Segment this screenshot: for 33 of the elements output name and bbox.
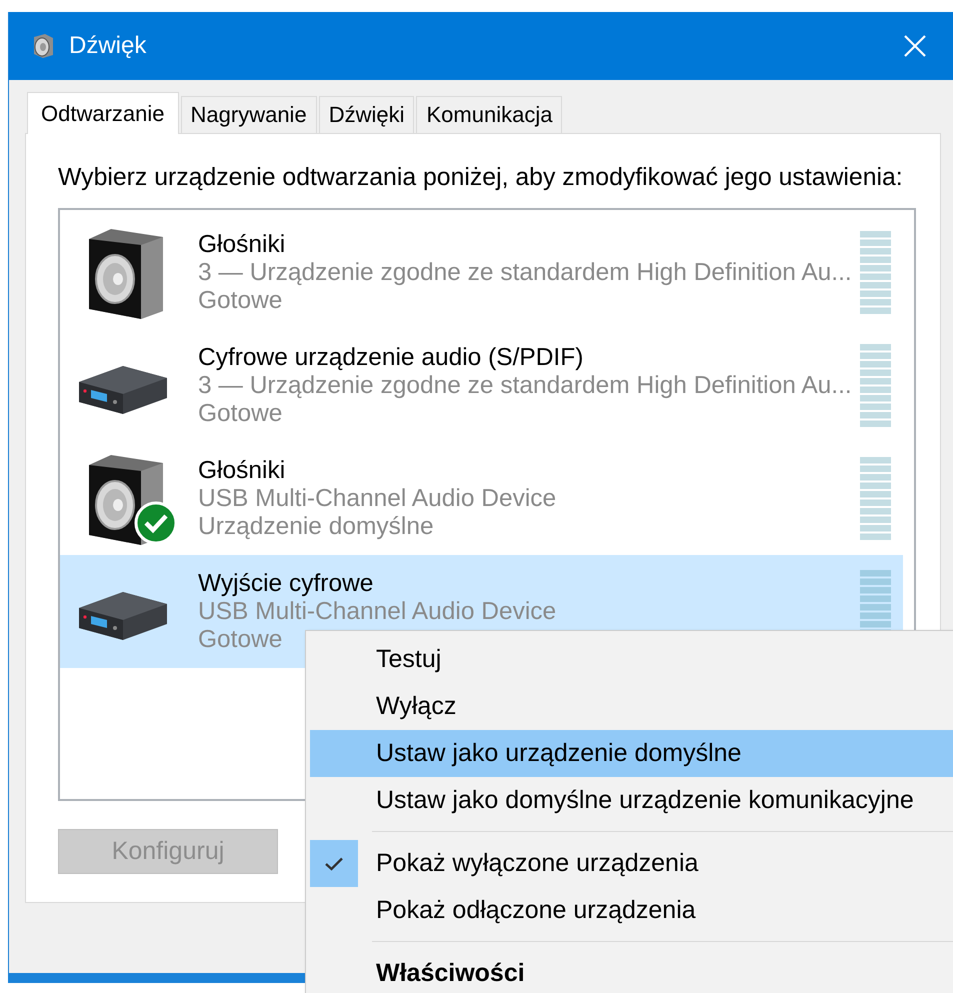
speaker-icon [31,33,55,59]
device-status: Gotowe [198,400,284,428]
instruction-text: Wybierz urządzenie odtwarzania poniżej, aby zmodyfikować jego ustawienia: [58,164,904,192]
device-status: Gotowe [198,286,284,314]
volume-meter-icon [860,344,891,427]
device-status: Urządzenie domyślne [198,512,435,540]
device-row[interactable]: Głośniki 3 — Urządzenie zgodne ze standardem High Definition Au... Gotowe [60,216,903,329]
device-row[interactable]: Głośniki USB Multi-Channel Audio Device Urządzenie domyślne [60,442,903,555]
menu-item[interactable]: Ustaw jako domyślne urządzenie komunikacyjne [310,777,953,824]
device-description: USB Multi-Channel Audio Device [198,598,558,626]
tab[interactable]: Nagrywanie [180,96,317,133]
menu-item-label: Właściwości [376,959,525,988]
device-description: 3 — Urządzenie zgodne ze standardem High Definition Au... [198,372,853,400]
tab[interactable]: Dźwięki [318,96,414,133]
tab[interactable]: Komunikacja [416,96,562,133]
volume-meter-icon [860,457,891,540]
menu-item[interactable]: Wyłącz [310,683,953,730]
menu-item[interactable]: Pokaż odłączone urządzenia [310,887,953,934]
menu-item[interactable]: Pokaż wyłączone urządzenia [310,840,953,887]
menu-item[interactable]: Ustaw jako urządzenie domyślne [310,730,953,777]
tab[interactable]: Odtwarzanie [27,92,179,134]
device-description: USB Multi-Channel Audio Device [198,484,558,512]
device-status: Gotowe [198,626,284,654]
device-row[interactable]: Cyfrowe urządzenie audio (S/PDIF) 3 — Urządzenie zgodne ze standardem High Definition Au... Gotowe [60,329,903,442]
device-name: Wyjście cyfrowe [198,570,374,598]
volume-meter-icon [860,231,891,314]
device-name: Cyfrowe urządzenie audio (S/PDIF) [198,344,584,372]
window-title: Dźwięk [69,32,148,60]
device-name: Głośniki [198,456,286,484]
device-description: 3 — Urządzenie zgodne ze standardem High Definition Au... [198,258,853,286]
device-name: Głośniki [198,230,286,258]
close-icon[interactable] [904,35,926,57]
menu-item[interactable]: Właściwości [310,950,953,993]
